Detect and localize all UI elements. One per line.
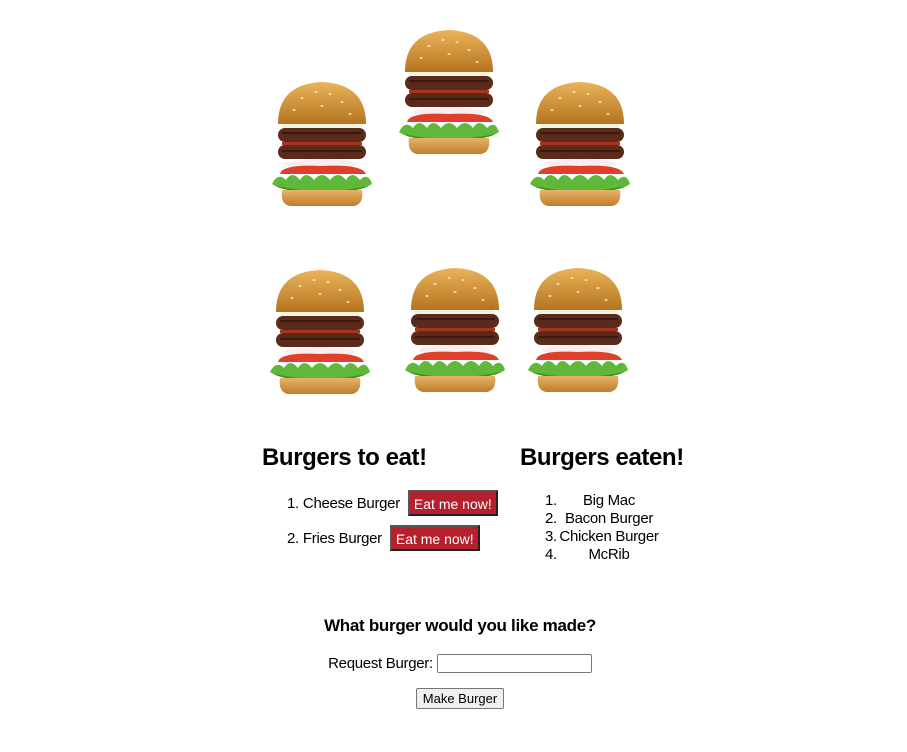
request-burger-input[interactable] (436, 653, 592, 673)
burgers-to-eat-section: Burgers to eat! 1. Cheese Burger Eat me … (262, 440, 512, 560)
list-item-number: 2. (545, 510, 557, 527)
request-burger-row: Request Burger: (0, 651, 907, 675)
page: Burgers to eat! 1. Cheese Burger Eat me … (0, 0, 907, 752)
burger-name: McRib (588, 546, 630, 563)
burgers-eaten-list: 1. Big Mac 2. Bacon Burger 3. Chicken Bu… (512, 492, 712, 564)
eat-me-now-button[interactable]: Eat me now! (389, 525, 480, 551)
make-burger-button[interactable]: Make Burger (415, 688, 505, 709)
list-item: 4. McRib (512, 546, 712, 564)
burger-name: Cheese Burger (302, 494, 400, 512)
burger-name: Big Mac (582, 492, 636, 509)
list-item: 2. Bacon Burger (512, 510, 712, 528)
list-item-number: 2. (287, 529, 299, 547)
list-item-number: 1. (545, 492, 557, 509)
burger-hero-image (262, 20, 662, 412)
eat-me-now-button[interactable]: Eat me now! (407, 490, 498, 516)
burger-name: Bacon Burger (564, 510, 654, 527)
submit-row: Make Burger (0, 688, 907, 709)
list-item-number: 1. (287, 494, 299, 512)
burger-name: Fries Burger (302, 529, 382, 547)
request-burger-label: Request Burger: (328, 654, 433, 672)
list-item: 1. Cheese Burger Eat me now! (287, 490, 512, 516)
list-item-number: 3. (545, 528, 557, 545)
list-item: 1. Big Mac (512, 492, 712, 510)
form-title: What burger would you like made? (324, 616, 596, 635)
list-item-number: 4. (545, 546, 557, 563)
burgers-eaten-section: Burgers eaten! 1. Big Mac 2. Bacon Burge… (512, 440, 712, 564)
list-item: 3. Chicken Burger (512, 528, 712, 546)
burgers-to-eat-title: Burgers to eat! (262, 444, 427, 471)
burgers-to-eat-list: 1. Cheese Burger Eat me now! 2. Fries Bu… (262, 490, 512, 551)
burger-name: Chicken Burger (559, 528, 659, 545)
burgers-eaten-title: Burgers eaten! (520, 444, 684, 471)
list-item: 2. Fries Burger Eat me now! (287, 525, 512, 551)
request-burger-form: What burger would you like made? Request… (0, 612, 907, 709)
